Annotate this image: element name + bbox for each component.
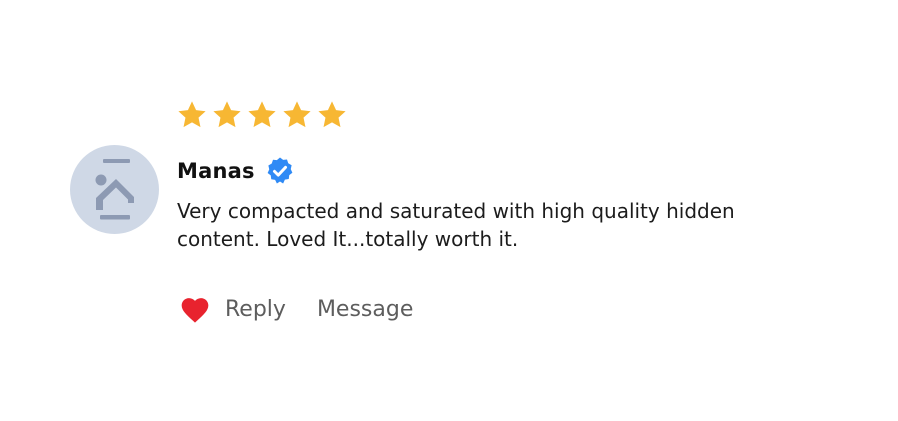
- image-placeholder-icon: [95, 159, 134, 220]
- heart-icon[interactable]: [179, 294, 211, 324]
- author-row: Manas: [177, 156, 295, 186]
- star-icon: [211, 99, 243, 131]
- star-icon: [176, 99, 208, 131]
- author-name[interactable]: Manas: [177, 159, 255, 183]
- star-icon: [316, 99, 348, 131]
- reply-button[interactable]: Reply: [225, 297, 286, 322]
- star-rating: [176, 99, 348, 131]
- star-icon: [281, 99, 313, 131]
- review-text: Very compacted and saturated with high q…: [177, 199, 735, 251]
- avatar: [70, 145, 159, 234]
- like-button[interactable]: [178, 292, 212, 326]
- verified-badge-icon: [265, 156, 295, 186]
- review-card: Manas Very compacted and saturated with …: [0, 0, 898, 421]
- message-button[interactable]: Message: [317, 297, 413, 322]
- review-actions: Reply Message: [178, 289, 413, 329]
- star-icon: [246, 99, 278, 131]
